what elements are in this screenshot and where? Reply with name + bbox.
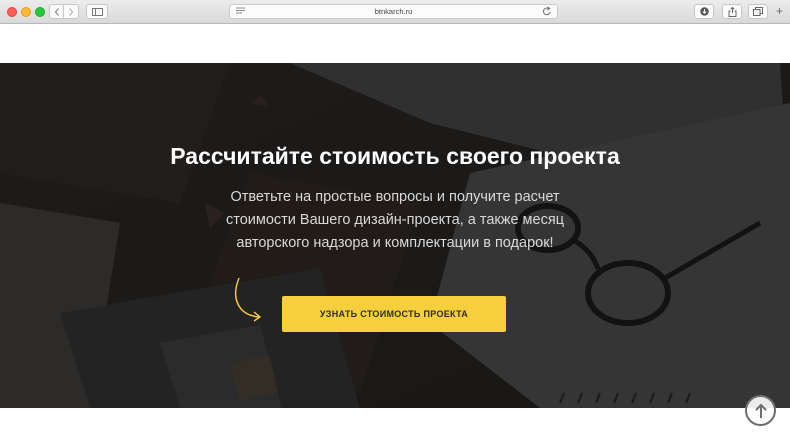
- forward-button[interactable]: [64, 4, 79, 19]
- history-nav: [49, 4, 79, 19]
- minimize-window-button[interactable]: [21, 7, 31, 17]
- share-icon: [728, 6, 736, 17]
- share-button[interactable]: [722, 4, 742, 19]
- hero-description: Ответьте на простые вопросы и получите р…: [200, 186, 590, 255]
- browser-toolbar: btnkarch.ru +: [0, 0, 790, 24]
- zoom-window-button[interactable]: [35, 7, 45, 17]
- back-button[interactable]: [49, 4, 64, 19]
- sidebar-button[interactable]: [86, 4, 108, 19]
- tabs-icon: [753, 7, 763, 16]
- downloads-button[interactable]: [694, 4, 714, 19]
- download-icon: [699, 7, 709, 16]
- close-window-button[interactable]: [7, 7, 17, 17]
- chevron-left-icon: [54, 7, 59, 16]
- scroll-to-top-button[interactable]: [745, 395, 776, 426]
- hero-title: Рассчитайте стоимость своего проекта: [170, 143, 620, 169]
- sidebar-icon: [91, 7, 103, 16]
- new-tab-plus-icon[interactable]: +: [776, 4, 783, 18]
- curved-arrow-icon: [234, 277, 262, 322]
- tab-overview-button[interactable]: [748, 4, 768, 19]
- address-bar[interactable]: btnkarch.ru: [229, 4, 558, 19]
- url-text: btnkarch.ru: [374, 7, 413, 16]
- hero-description-line-3: авторского надзора и комплектации в пода…: [236, 235, 554, 251]
- hero-description-line-2: стоимости Вашего дизайн-проекта, а также…: [225, 212, 564, 228]
- chevron-right-icon: [69, 7, 74, 16]
- hero-description-line-1: Ответьте на простые вопросы и получите р…: [230, 189, 560, 205]
- reload-icon[interactable]: [542, 6, 552, 17]
- get-project-cost-button[interactable]: УЗНАТЬ СТОИМОСТЬ ПРОЕКТА: [282, 296, 506, 332]
- arrow-up-icon: [754, 403, 767, 418]
